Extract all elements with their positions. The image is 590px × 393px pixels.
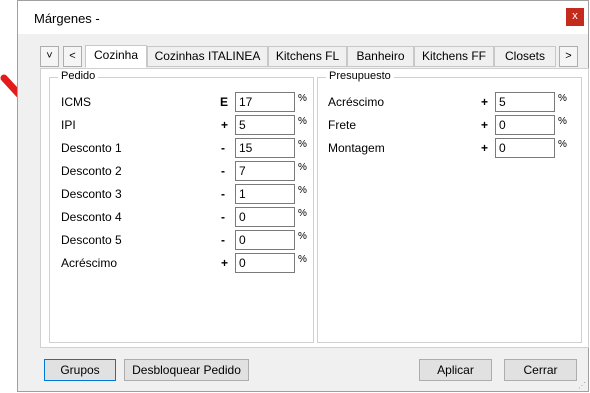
desconto-3-sign: - (221, 187, 225, 201)
desconto-2-unit: % (298, 162, 307, 173)
presupuesto-acrescimo-sign: + (481, 95, 489, 109)
desconto-5-input[interactable] (235, 230, 295, 250)
presupuesto-row-frete: Frete + % (328, 115, 578, 135)
desconto-1-unit: % (298, 139, 307, 150)
pedido-row-desconto-2: Desconto 2 - % (61, 161, 311, 181)
frete-unit: % (558, 116, 567, 127)
montagem-sign: + (481, 141, 489, 155)
pedido-acrescimo-sign: + (221, 256, 229, 270)
ipi-unit: % (298, 116, 307, 127)
title-bar: Márgenes - x (18, 1, 588, 34)
pedido-group-title: Pedido (58, 70, 99, 82)
desconto-3-label: Desconto 3 (61, 187, 122, 201)
desconto-1-label: Desconto 1 (61, 141, 122, 155)
presupuesto-group-title: Presupuesto (326, 70, 394, 82)
tab-cozinhas-italinea[interactable]: Cozinhas ITALINEA (147, 46, 268, 67)
desconto-2-label: Desconto 2 (61, 164, 122, 178)
tab-kitchens-fl[interactable]: Kitchens FL (268, 46, 347, 67)
desconto-2-sign: - (221, 164, 225, 178)
pedido-row-acrescimo: Acréscimo + % (61, 253, 311, 273)
frete-sign: + (481, 118, 489, 132)
tab-cozinha[interactable]: Cozinha (85, 45, 147, 68)
icms-label: ICMS (61, 95, 91, 109)
ipi-input[interactable] (235, 115, 295, 135)
desconto-4-unit: % (298, 208, 307, 219)
margenes-dialog: Márgenes - x ˅ < Cozinha Cozinhas ITALIN… (17, 0, 589, 392)
montagem-label: Montagem (328, 141, 385, 155)
pedido-acrescimo-label: Acréscimo (61, 256, 118, 270)
presupuesto-acrescimo-label: Acréscimo (328, 95, 385, 109)
icms-unit: % (298, 93, 307, 104)
tab-closets[interactable]: Closets (494, 46, 556, 67)
tab-scroll-left-button[interactable]: < (63, 46, 82, 67)
ipi-sign: + (221, 118, 229, 132)
pedido-group: Pedido ICMS E % IPI + % Desconto 1 - % D… (49, 70, 314, 343)
presupuesto-row-acrescimo: Acréscimo + % (328, 92, 578, 112)
cerrar-button[interactable]: Cerrar (504, 359, 577, 381)
pedido-row-icms: ICMS E % (61, 92, 311, 112)
aplicar-button[interactable]: Aplicar (419, 359, 492, 381)
tab-banheiro[interactable]: Banheiro (347, 46, 414, 67)
tab-scroll-right-button[interactable]: > (559, 46, 578, 67)
ipi-label: IPI (61, 118, 76, 132)
close-button[interactable]: x (566, 8, 584, 26)
icms-sign: E (220, 95, 229, 109)
desconto-5-label: Desconto 5 (61, 233, 122, 247)
tab-list-dropdown-button[interactable]: ˅ (40, 46, 59, 67)
presupuesto-group: Presupuesto Acréscimo + % Frete + % Mont… (317, 70, 582, 343)
tab-kitchens-ff[interactable]: Kitchens FF (414, 46, 494, 67)
pedido-acrescimo-unit: % (298, 254, 307, 265)
grupos-button[interactable]: Grupos (44, 359, 116, 381)
desconto-2-input[interactable] (235, 161, 295, 181)
window-title: Márgenes - (34, 11, 100, 26)
pedido-row-desconto-5: Desconto 5 - % (61, 230, 311, 250)
montagem-unit: % (558, 139, 567, 150)
presupuesto-acrescimo-unit: % (558, 93, 567, 104)
presupuesto-row-montagem: Montagem + % (328, 138, 578, 158)
pedido-row-desconto-3: Desconto 3 - % (61, 184, 311, 204)
pedido-row-desconto-4: Desconto 4 - % (61, 207, 311, 227)
frete-label: Frete (328, 118, 357, 132)
desconto-4-sign: - (221, 210, 225, 224)
desconto-1-input[interactable] (235, 138, 295, 158)
tab-panel-cozinha: Pedido ICMS E % IPI + % Desconto 1 - % D… (40, 68, 589, 348)
desconto-3-input[interactable] (235, 184, 295, 204)
desconto-1-sign: - (221, 141, 225, 155)
desconto-5-sign: - (221, 233, 225, 247)
frete-input[interactable] (495, 115, 555, 135)
resize-grip-icon[interactable]: ⋰ (578, 381, 586, 390)
presupuesto-acrescimo-input[interactable] (495, 92, 555, 112)
pedido-row-ipi: IPI + % (61, 115, 311, 135)
desbloquear-pedido-button[interactable]: Desbloquear Pedido (124, 359, 249, 381)
icms-input[interactable] (235, 92, 295, 112)
desconto-4-label: Desconto 4 (61, 210, 122, 224)
desconto-5-unit: % (298, 231, 307, 242)
pedido-row-desconto-1: Desconto 1 - % (61, 138, 311, 158)
desconto-3-unit: % (298, 185, 307, 196)
pedido-acrescimo-input[interactable] (235, 253, 295, 273)
desconto-4-input[interactable] (235, 207, 295, 227)
montagem-input[interactable] (495, 138, 555, 158)
